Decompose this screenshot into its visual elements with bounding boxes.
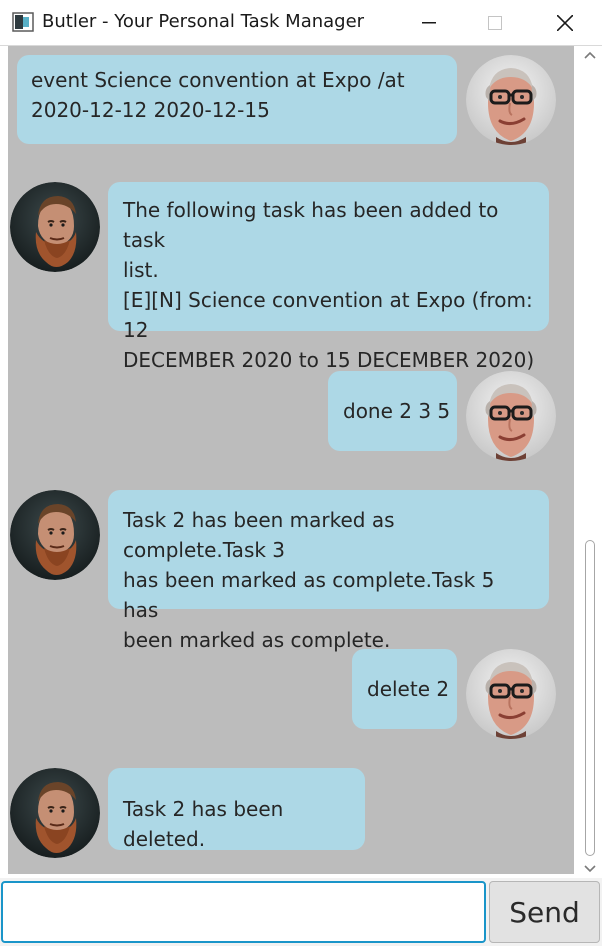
butler-avatar — [10, 768, 100, 858]
message-line: The following task has been added to tas… — [123, 198, 499, 252]
user-message-bubble: delete 2 — [352, 649, 457, 729]
user-message-bubble: event Science convention at Expo /at 202… — [17, 55, 457, 144]
message-line: [E][N] Science convention at Expo (from:… — [123, 288, 533, 342]
butler-avatar — [10, 490, 100, 580]
message-line: has been marked as complete.Task 5 has — [123, 568, 495, 622]
scroll-down-arrow-icon[interactable] — [584, 864, 596, 874]
send-button[interactable]: Send — [489, 881, 600, 943]
message-line: list. — [123, 258, 159, 282]
message-line: delete 2 — [367, 677, 450, 701]
message-line: 2020-12-12 2020-12-15 — [31, 98, 270, 122]
dialog-container: event Science convention at Expo /at 202… — [8, 46, 574, 874]
user-avatar — [466, 55, 556, 145]
butler-message-bubble: The following task has been added to tas… — [108, 182, 549, 372]
maximize-icon — [488, 16, 502, 30]
minimize-icon — [422, 22, 436, 24]
butler-avatar — [10, 182, 100, 272]
scrollbar-thumb[interactable] — [585, 540, 595, 856]
message-line: Task 2 has been marked as complete.Task … — [123, 508, 395, 562]
scroll-up-arrow-icon[interactable] — [584, 50, 596, 60]
window-app-icon — [12, 12, 34, 32]
message-line: DECEMBER 2020 to 15 DECEMBER 2020) — [123, 348, 535, 372]
message-input[interactable] — [1, 881, 486, 943]
close-button[interactable] — [530, 0, 600, 46]
chat-scroll-pane[interactable]: event Science convention at Expo /at 202… — [0, 46, 602, 878]
message-line: event Science convention at Expo /at — [31, 68, 405, 92]
input-row: Send — [0, 878, 602, 946]
butler-message-bubble: Task 2 has been marked as complete.Task … — [108, 490, 549, 652]
window-title: Butler - Your Personal Task Manager — [42, 11, 365, 32]
message-line: done 2 3 5 — [343, 399, 451, 423]
message-line: been marked as complete. — [123, 628, 391, 652]
user-avatar — [466, 371, 556, 461]
message-line: Task 2 has been deleted. — [123, 797, 284, 851]
minimize-button[interactable] — [394, 0, 464, 46]
maximize-button[interactable] — [460, 0, 530, 46]
user-avatar — [466, 649, 556, 739]
butler-message-bubble: Task 2 has been deleted. — [108, 768, 365, 851]
vertical-scrollbar[interactable] — [578, 46, 602, 878]
title-bar: Butler - Your Personal Task Manager — [0, 0, 602, 46]
close-icon — [557, 15, 573, 31]
user-message-bubble: done 2 3 5 — [328, 371, 457, 451]
